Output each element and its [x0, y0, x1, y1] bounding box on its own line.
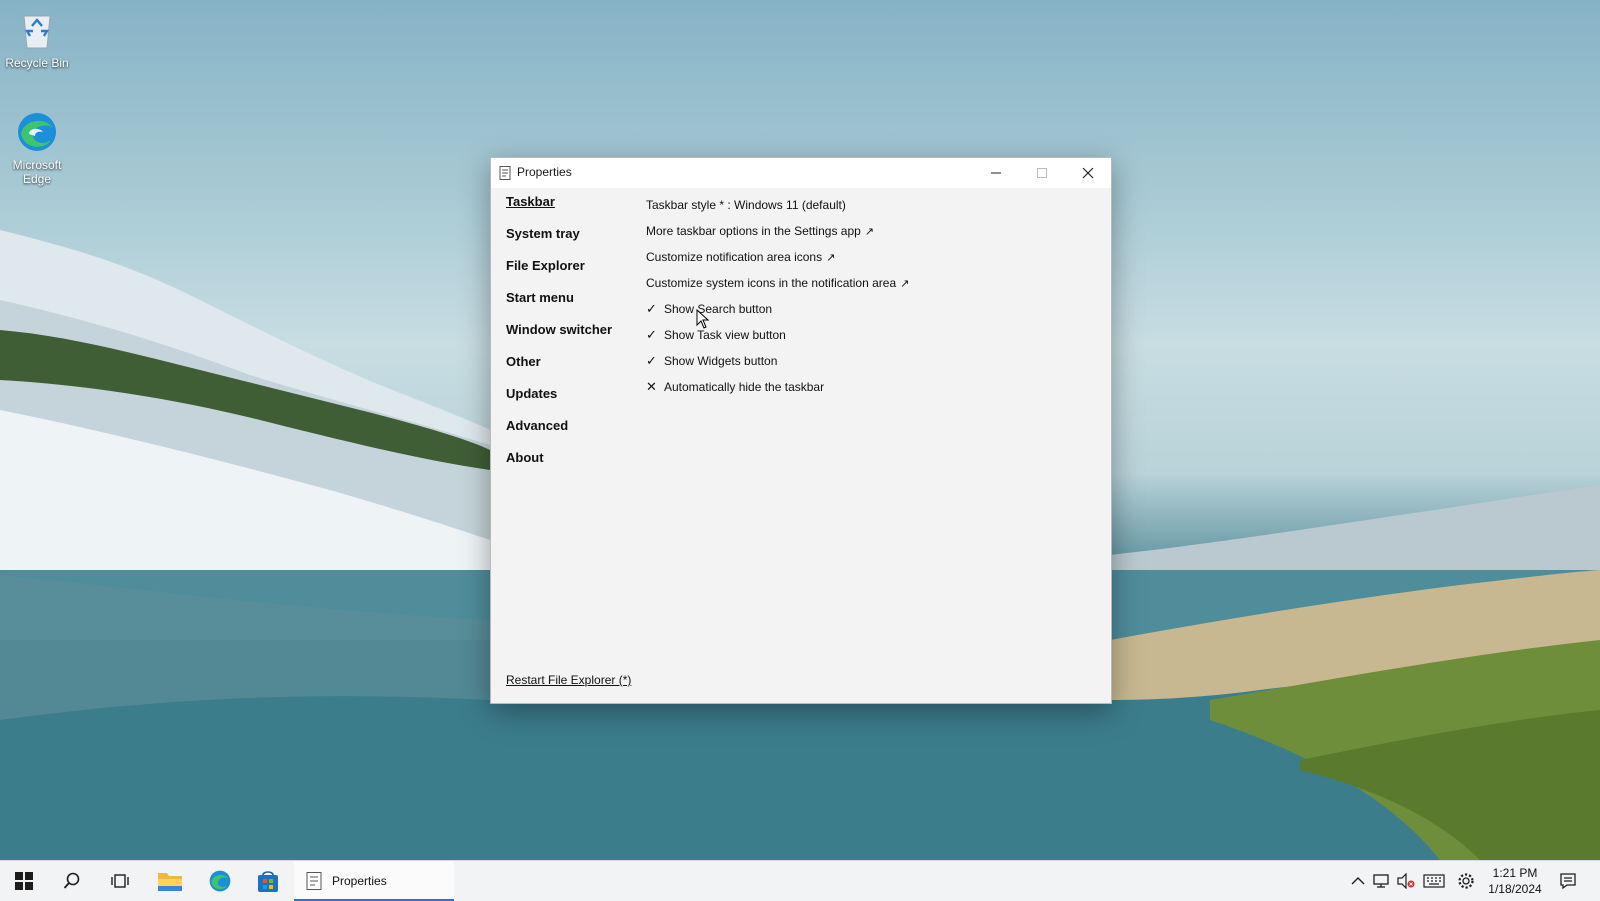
nav-item-about[interactable]: About	[506, 450, 612, 482]
keyboard-icon	[1423, 874, 1445, 888]
settings-nav: Taskbar System tray File Explorer Start …	[506, 194, 612, 482]
search-button[interactable]	[49, 861, 95, 901]
edge-taskbar-button[interactable]	[197, 861, 243, 901]
system-icons-link[interactable]: Customize system icons in the notificati…	[646, 270, 909, 296]
start-button[interactable]	[1, 861, 47, 901]
nav-item-window-switcher[interactable]: Window switcher	[506, 322, 612, 354]
option-label: Automatically hide the taskbar	[664, 380, 825, 394]
desktop-icon-edge[interactable]: Microsoft Edge	[0, 110, 74, 186]
clock-time: 1:21 PM	[1492, 866, 1538, 880]
nav-item-other[interactable]: Other	[506, 354, 612, 386]
checkmark-icon: ✓	[646, 301, 657, 316]
show-widgets-toggle[interactable]: ✓ Show Widgets button	[646, 348, 909, 374]
task-view-button[interactable]	[97, 861, 143, 901]
settings-tray-button[interactable]	[1454, 861, 1478, 901]
option-label: Taskbar style * : Windows 11 (default)	[646, 198, 846, 212]
option-label: Customize system icons in the notificati…	[646, 276, 897, 290]
title-bar[interactable]: Properties	[491, 158, 1111, 188]
option-label: Customize notification area icons	[646, 250, 823, 264]
close-icon	[1082, 167, 1094, 179]
taskbar-style-option[interactable]: Taskbar style * : Windows 11 (default)	[646, 192, 909, 218]
desktop-icon-label: Recycle Bin	[5, 56, 69, 70]
mouse-cursor-icon	[696, 309, 710, 329]
nav-item-system-tray[interactable]: System tray	[506, 226, 612, 258]
checkmark-icon: ✓	[646, 327, 657, 342]
settings-list: Taskbar style * : Windows 11 (default) M…	[646, 192, 909, 400]
external-link-icon: ↗	[864, 225, 875, 238]
maximize-icon	[1037, 168, 1047, 178]
option-label: Show Widgets button	[664, 354, 778, 368]
external-link-icon: ↗	[900, 277, 910, 290]
search-icon	[63, 872, 80, 889]
network-button[interactable]	[1370, 861, 1394, 901]
chevron-up-icon	[1351, 877, 1365, 885]
desktop-icon-recycle-bin[interactable]: Recycle Bin	[0, 8, 74, 70]
taskbar-app-properties[interactable]: Properties	[294, 861, 454, 901]
folder-icon	[158, 873, 182, 891]
nav-item-advanced[interactable]: Advanced	[506, 418, 612, 450]
notification-icon	[1560, 873, 1576, 890]
taskbar: Properties 1:21 PM 1/18/2024	[0, 860, 1600, 901]
nav-item-start-menu[interactable]: Start menu	[506, 290, 612, 322]
close-button[interactable]	[1065, 158, 1111, 188]
restart-explorer-link[interactable]: Restart File Explorer (*)	[506, 673, 631, 687]
minimize-icon	[991, 172, 1001, 174]
auto-hide-taskbar-toggle[interactable]: ✕ Automatically hide the taskbar	[646, 374, 909, 400]
maximize-button[interactable]	[1019, 158, 1065, 188]
window-title: Properties	[517, 165, 572, 179]
file-explorer-button[interactable]	[147, 861, 193, 901]
keyboard-button[interactable]	[1422, 861, 1446, 901]
show-hidden-icons-button[interactable]	[1346, 861, 1370, 901]
desktop-icon-label: Microsoft Edge	[12, 158, 62, 186]
nav-item-file-explorer[interactable]: File Explorer	[506, 258, 612, 290]
app-icon	[306, 872, 322, 890]
edge-icon	[18, 113, 56, 151]
minimize-button[interactable]	[973, 158, 1019, 188]
store-button[interactable]	[245, 861, 291, 901]
recycle-bin-icon	[23, 15, 51, 49]
option-label: Show Search button	[664, 302, 773, 316]
show-search-toggle[interactable]: ✓ Show Search button	[646, 296, 909, 322]
volume-muted-icon	[1397, 873, 1415, 889]
option-label: More taskbar options in the Settings app	[646, 224, 861, 238]
nav-item-updates[interactable]: Updates	[506, 386, 612, 418]
settings-app-link[interactable]: More taskbar options in the Settings app…	[646, 218, 909, 244]
network-icon	[1373, 874, 1389, 888]
task-view-icon	[111, 874, 129, 888]
edge-icon	[209, 870, 231, 892]
windows-logo-icon	[15, 872, 33, 890]
show-task-view-toggle[interactable]: ✓ Show Task view button	[646, 322, 909, 348]
checkmark-icon: ✓	[646, 353, 657, 368]
nav-item-taskbar[interactable]: Taskbar	[506, 194, 612, 226]
option-label: Show Task view button	[664, 328, 786, 342]
volume-button[interactable]	[1394, 861, 1418, 901]
external-link-icon: ↗	[826, 251, 836, 264]
cross-icon: ✕	[646, 379, 657, 394]
notification-icons-link[interactable]: Customize notification area icons ↗	[646, 244, 909, 270]
store-icon	[258, 871, 278, 892]
action-center-button[interactable]	[1556, 861, 1580, 901]
clock-date: 1/18/2024	[1488, 882, 1542, 896]
taskbar-app-label: Properties	[332, 874, 387, 888]
app-icon	[499, 166, 511, 180]
properties-window: Properties Taskbar System tray File Expl…	[490, 157, 1112, 704]
gear-icon	[1458, 873, 1474, 889]
taskbar-clock[interactable]: 1:21 PM 1/18/2024	[1482, 865, 1548, 897]
